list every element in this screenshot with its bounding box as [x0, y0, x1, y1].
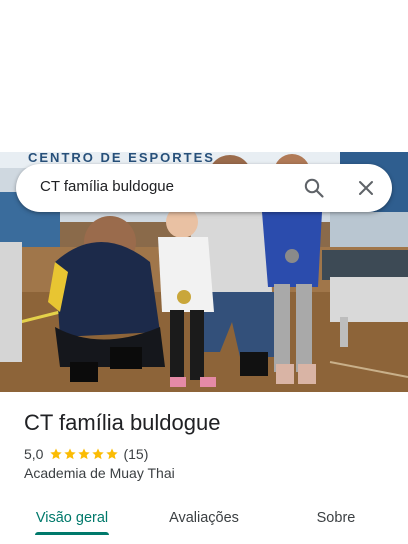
place-title: CT família buldogue	[24, 410, 221, 435]
review-count[interactable]: (15)	[123, 446, 148, 462]
star-icon	[106, 448, 119, 460]
star-icon	[92, 448, 105, 460]
close-icon[interactable]	[354, 176, 378, 200]
active-tab-indicator	[35, 532, 109, 535]
star-icon	[78, 448, 91, 460]
rating-value: 5,0	[24, 446, 44, 462]
tab-about[interactable]: Sobre	[280, 496, 392, 540]
tab-reviews[interactable]: Avaliações	[148, 496, 260, 540]
star-icon	[50, 448, 63, 460]
search-icon[interactable]	[302, 176, 326, 200]
search-input[interactable]: CT família buldogue	[40, 178, 174, 195]
map-blank-area	[0, 0, 408, 152]
star-icon	[64, 448, 77, 460]
rating-row[interactable]: 5,0 (15)	[24, 445, 148, 463]
place-info-panel: CT família buldogue 5,0 (15) Academia de…	[0, 392, 408, 544]
place-category: Academia de Muay Thai	[24, 465, 175, 481]
rating-stars	[49, 447, 119, 461]
search-bar[interactable]: CT família buldogue	[16, 164, 392, 212]
